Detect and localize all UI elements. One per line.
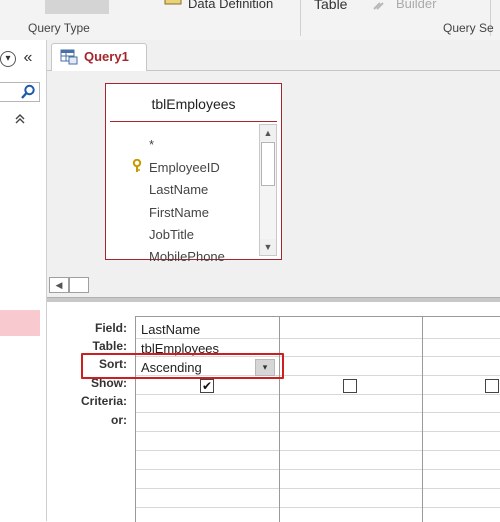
column3-show-checkbox[interactable]	[485, 379, 499, 393]
query-tables-pane: tblEmployees * EmployeeID LastName First…	[47, 71, 500, 297]
scroll-thumb[interactable]	[261, 142, 275, 186]
builder-icon	[372, 0, 390, 10]
shutter-bar-close-icon[interactable]: «	[20, 50, 36, 66]
grid-row-line	[136, 431, 500, 432]
field-item-jobtitle[interactable]: JobTitle	[149, 227, 194, 242]
grid-row-line	[136, 338, 500, 339]
primary-key-icon	[132, 158, 144, 173]
query-setup-group-label: Query Se	[443, 21, 494, 35]
table-button[interactable]: Table	[314, 0, 347, 12]
navigation-pane: ▾ «	[0, 40, 47, 521]
grid-row-line	[136, 412, 500, 413]
grid-column-line	[422, 317, 423, 522]
hscroll-thumb[interactable]	[69, 277, 89, 293]
grid-row-line	[136, 488, 500, 489]
field-item-employeeid[interactable]: EmployeeID	[149, 160, 220, 175]
field-item-firstname[interactable]: FirstName	[149, 205, 209, 220]
sort-row-highlight	[81, 353, 284, 379]
table-title: tblEmployees	[151, 96, 236, 112]
query-type-group-label: Query Type	[28, 21, 90, 35]
column2-show-checkbox[interactable]	[343, 379, 357, 393]
row-label-table: Table:	[92, 339, 127, 353]
nav-dropdown-icon[interactable]: ▾	[0, 51, 16, 67]
data-definition-button[interactable]: Data Definition	[188, 0, 273, 11]
scroll-down-icon[interactable]: ▼	[260, 239, 276, 255]
ribbon-button-tile[interactable]	[45, 0, 109, 14]
search-icon[interactable]	[20, 84, 36, 100]
grid-row-line	[136, 469, 500, 470]
scroll-up-icon[interactable]: ▲	[260, 125, 276, 141]
field-item-lastname[interactable]: LastName	[149, 182, 208, 197]
grid-row-line	[136, 394, 500, 395]
scroll-left-icon[interactable]: ◀	[49, 277, 69, 293]
nav-selected-item[interactable]	[0, 310, 40, 336]
grid-row-line	[136, 450, 500, 451]
row-label-or: or:	[111, 413, 127, 427]
tab-query1[interactable]: Query1	[51, 43, 147, 71]
builder-button: Builder	[396, 0, 437, 11]
tab-label: Query1	[84, 49, 129, 64]
table-title-divider	[110, 121, 277, 122]
design-grid-pane: Field: Table: Sort: Show: Criteria: or: …	[47, 302, 500, 522]
column1-show-checkbox[interactable]: ✔	[200, 379, 214, 393]
table-field-list[interactable]: tblEmployees * EmployeeID LastName First…	[105, 83, 282, 264]
ribbon-separator	[300, 0, 301, 36]
design-grid-row-labels: Field: Table: Sort: Show: Criteria: or:	[47, 302, 135, 521]
collapse-group-icon[interactable]	[13, 112, 27, 126]
grid-row-line	[136, 507, 500, 508]
data-definition-icon	[163, 0, 185, 10]
field-item-mobilephone[interactable]: MobilePhone	[149, 249, 225, 264]
field-item-all[interactable]: *	[149, 137, 154, 152]
column1-field-cell[interactable]: LastName	[141, 322, 200, 337]
design-grid: LastName tblEmployees Ascending ▾ ✔	[135, 316, 500, 522]
query-design-icon	[60, 49, 78, 65]
ribbon: Data Definition Table Builder Query Type…	[0, 0, 500, 41]
row-label-field: Field:	[95, 321, 127, 335]
document-tab-strip: Query1	[47, 40, 500, 71]
grid-column-line	[279, 317, 280, 522]
row-label-criteria: Criteria:	[80, 394, 127, 408]
upper-pane-hscrollbar[interactable]: ◀	[47, 276, 500, 294]
field-list-scrollbar[interactable]: ▲ ▼	[259, 124, 277, 256]
